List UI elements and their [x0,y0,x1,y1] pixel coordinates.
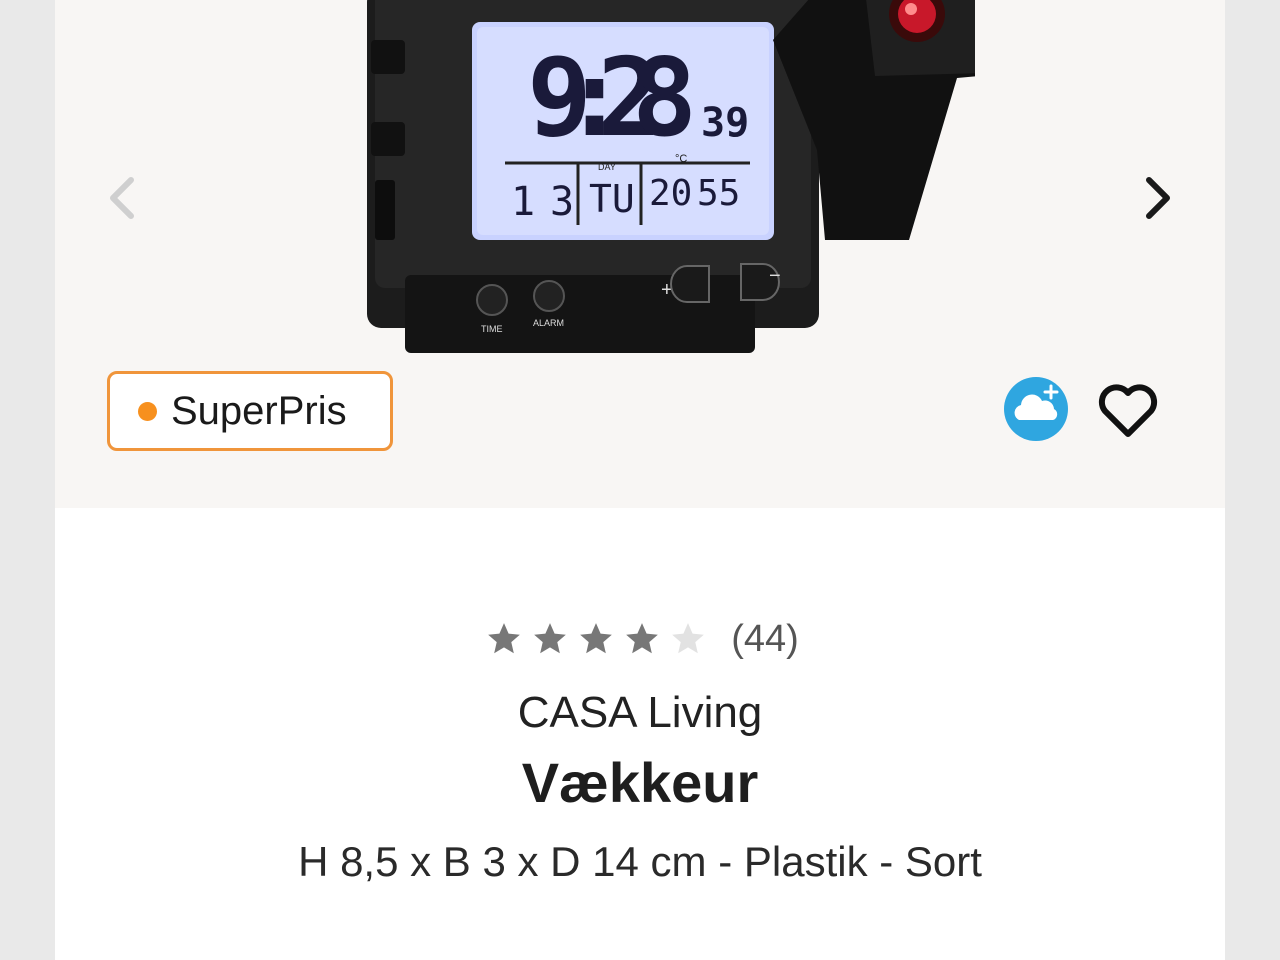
star-icon [580,623,613,654]
display-temperature: 20 [649,173,692,214]
product-brand[interactable]: CASA Living [55,688,1225,738]
badge-dot [138,401,157,421]
chevron-right-icon [1146,177,1170,219]
minus-label: − [769,265,781,287]
review-count[interactable]: (44) [731,618,799,661]
cloud-plus-icon [1004,377,1068,441]
chevron-left-icon [110,177,134,219]
product-rating[interactable]: (44) [55,612,1225,666]
gallery-next-button[interactable] [1133,168,1183,228]
star-icon [672,623,705,654]
display-weekday-label: DAY [598,162,616,172]
display-unit: °C [675,153,687,165]
add-to-cloud-button[interactable] [1003,376,1069,442]
display-time: 9:28 [527,36,697,161]
alarm-button-label: ALARM [533,318,564,328]
display-seconds: 39 [701,100,749,146]
display-humidity: 55 [697,173,740,214]
gallery-prev-button[interactable] [97,168,147,228]
rating-stars [481,620,711,658]
star-icon [626,623,659,654]
favorite-button[interactable] [1095,380,1161,440]
badge-label: SuperPris [171,388,347,433]
product-description: H 8,5 x B 3 x D 14 cm - Plastik - Sort [298,838,982,885]
superpris-badge: SuperPris [107,371,393,451]
product-image: 9:28 39 DAY °C 1 3 TU 20 55 TIME ALARM +… [367,0,975,353]
display-date-month: 3 [550,179,574,225]
product-title: Vækkeur [521,751,759,814]
star-icon [534,623,567,654]
display-date-day: 1 [511,179,535,225]
star-icon [488,623,521,654]
display-weekday: TU [589,177,635,221]
product-gallery: 9:28 39 DAY °C 1 3 TU 20 55 TIME ALARM +… [55,0,1225,508]
time-button-label: TIME [481,324,503,334]
product-card: 9:28 39 DAY °C 1 3 TU 20 55 TIME ALARM +… [55,0,1225,960]
heart-icon [1098,384,1158,437]
